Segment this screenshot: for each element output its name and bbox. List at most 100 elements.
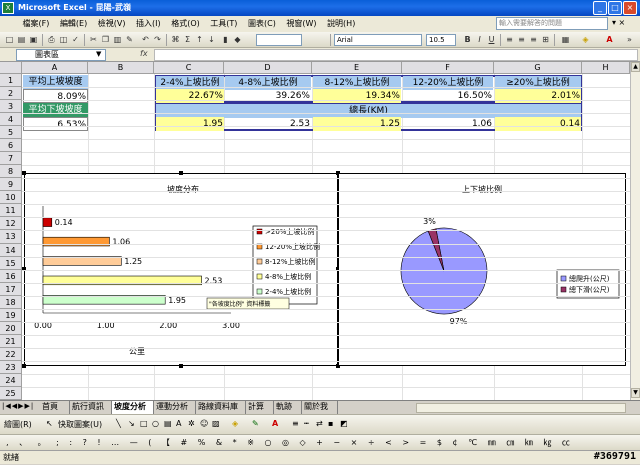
row-header-2[interactable]: 2 [0,87,22,101]
draw-fill-color-icon[interactable]: ◈ [232,419,238,428]
sheet-tab-0[interactable]: 首頁 [40,401,70,414]
spelling-icon[interactable]: ✓ [70,34,81,45]
row-header-5[interactable]: 5 [0,126,22,140]
symbol-toolbar[interactable]: ‚ 、 。 ; : ? ! … — ( 【 # % & * ※ ○ ◎ ◇ + … [0,434,640,450]
open-icon[interactable]: ▤ [16,34,27,45]
line-color-icon[interactable]: ✎ [252,419,259,428]
merge-center-icon[interactable]: ⊞ [540,34,551,45]
menu-edit[interactable]: 編輯(E) [56,16,91,32]
save-icon[interactable]: ▣ [28,34,39,45]
shadow-icon[interactable]: ▪ [328,419,333,428]
textbox-icon[interactable]: ▤ [164,419,172,428]
tab-scroll-arrows-icon[interactable]: |◀◀▶▶| [2,402,34,410]
chart-wizard-icon[interactable]: ▮ [220,34,231,45]
sheet-tab-2[interactable]: 坡度分析 [112,401,154,414]
row-header-4[interactable]: 4 [0,113,22,127]
3d-icon[interactable]: ◩ [340,419,348,428]
draw-font-color-icon[interactable]: A [272,419,278,428]
row-header-8[interactable]: 8 [0,165,22,179]
row-header-23[interactable]: 23 [0,360,22,374]
help-search-input[interactable]: 輸入需要解答的問題 [496,17,608,30]
hyperlink-icon[interactable]: ⌘ [170,34,181,45]
scroll-up-icon[interactable]: ▲ [631,62,640,72]
formula-input[interactable] [154,49,638,61]
minimize-button[interactable]: _ [593,1,607,15]
bar-0[interactable] [42,295,166,305]
menu-format[interactable]: 格式(O) [167,16,204,32]
row-header-17[interactable]: 17 [0,282,22,296]
menu-window[interactable]: 視窗(W) [282,16,320,32]
row-header-9[interactable]: 9 [0,178,22,192]
row-header-19[interactable]: 19 [0,308,22,322]
vertical-scrollbar[interactable]: ▲ ▼ [630,62,640,400]
sort-ascending-icon[interactable]: ↑ [194,34,205,45]
row-header-6[interactable]: 6 [0,139,22,153]
draw-menu[interactable]: 繪圖(R) [4,419,32,430]
fill-color-icon[interactable]: ◈ [580,34,591,45]
zoom-select[interactable] [256,34,302,46]
column-header-c[interactable]: C [154,62,224,74]
row-header-7[interactable]: 7 [0,152,22,166]
cell-c4[interactable]: 1.95 [156,117,224,131]
column-header-g[interactable]: G [494,62,582,74]
column-header-b[interactable]: B [88,62,154,74]
cell-c3-merged[interactable]: 總長(KM) [156,104,581,118]
borders-icon[interactable]: ▦ [560,34,571,45]
bar-4[interactable] [42,217,53,227]
row-header-20[interactable]: 20 [0,321,22,335]
bar-3[interactable] [42,236,110,247]
dash-style-icon[interactable]: ┅ [304,419,309,428]
row-header-25[interactable]: 25 [0,386,22,400]
line-style-icon[interactable]: ≡ [292,419,299,428]
row-header-3[interactable]: 3 [0,100,22,114]
autosum-icon[interactable]: Σ [182,34,193,45]
row-header-18[interactable]: 18 [0,295,22,309]
symbol-buttons-icon[interactable]: ‚ 、 。 ; : ? ! … — ( 【 # % & * ※ ○ ◎ ◇ + … [0,438,574,447]
menu-tools[interactable]: 工具(T) [206,16,241,32]
worksheet-grid[interactable]: A B C D E F G H 1 2 3 4 5 6 7 8 9 10 11 12 13 14 15 16 1… [0,62,630,400]
scroll-down-icon[interactable]: ▼ [631,388,640,398]
row-header-15[interactable]: 15 [0,256,22,270]
new-icon[interactable]: □ [4,34,15,45]
row-header-21[interactable]: 21 [0,334,22,348]
font-name-select[interactable]: Arial [334,34,422,46]
bar-2[interactable] [42,256,122,266]
underline-icon[interactable]: U [486,34,497,45]
menu-view[interactable]: 檢視(V) [94,16,130,32]
column-header-e[interactable]: E [312,62,402,74]
horizontal-scrollbar[interactable] [416,403,626,413]
insert-function-icon[interactable]: fx [140,49,148,58]
row-header-24[interactable]: 24 [0,373,22,387]
name-box-dropdown-icon[interactable]: ▼ [96,50,101,58]
sheet-tab-6[interactable]: 軌跡 [274,401,302,414]
cell-a4[interactable]: 6.53% [23,117,88,131]
redo-icon[interactable]: ↷ [152,34,163,45]
menu-insert[interactable]: 插入(I) [132,16,165,32]
menu-help[interactable]: 說明(H) [323,16,359,32]
font-color-icon[interactable]: A [604,34,615,45]
column-header-h[interactable]: H [582,62,630,74]
arrow-icon[interactable]: ↘ [128,419,135,428]
copy-icon[interactable]: ❐ [100,34,111,45]
cell-g4[interactable]: 0.14 [495,117,581,131]
column-header-f[interactable]: F [402,62,494,74]
autoshapes-menu[interactable]: 快取圖案(U) [58,419,102,430]
row-header-13[interactable]: 13 [0,230,22,244]
font-size-select[interactable]: 10.5 [426,34,456,46]
toolbar-options-icon[interactable]: » [624,34,635,45]
maximize-button[interactable]: □ [608,1,622,15]
bold-icon[interactable]: B [462,34,473,45]
sheet-tab-4[interactable]: 路線資料庫 [196,401,246,414]
menu-file[interactable]: 檔案(F) [19,16,54,32]
print-preview-icon[interactable]: ◫ [58,34,69,45]
row-header-16[interactable]: 16 [0,269,22,283]
select-objects-icon[interactable]: ↖ [46,419,53,428]
column-header-d[interactable]: D [224,62,312,74]
row-header-14[interactable]: 14 [0,243,22,257]
sheet-tab-7[interactable]: 關於我 [302,401,338,414]
row-header-10[interactable]: 10 [0,191,22,205]
sheet-tab-3[interactable]: 運動分析 [154,401,196,414]
align-center-icon[interactable]: ≡ [516,34,527,45]
cut-icon[interactable]: ✂ [88,34,99,45]
cell-d4[interactable]: 2.53 [225,117,311,131]
